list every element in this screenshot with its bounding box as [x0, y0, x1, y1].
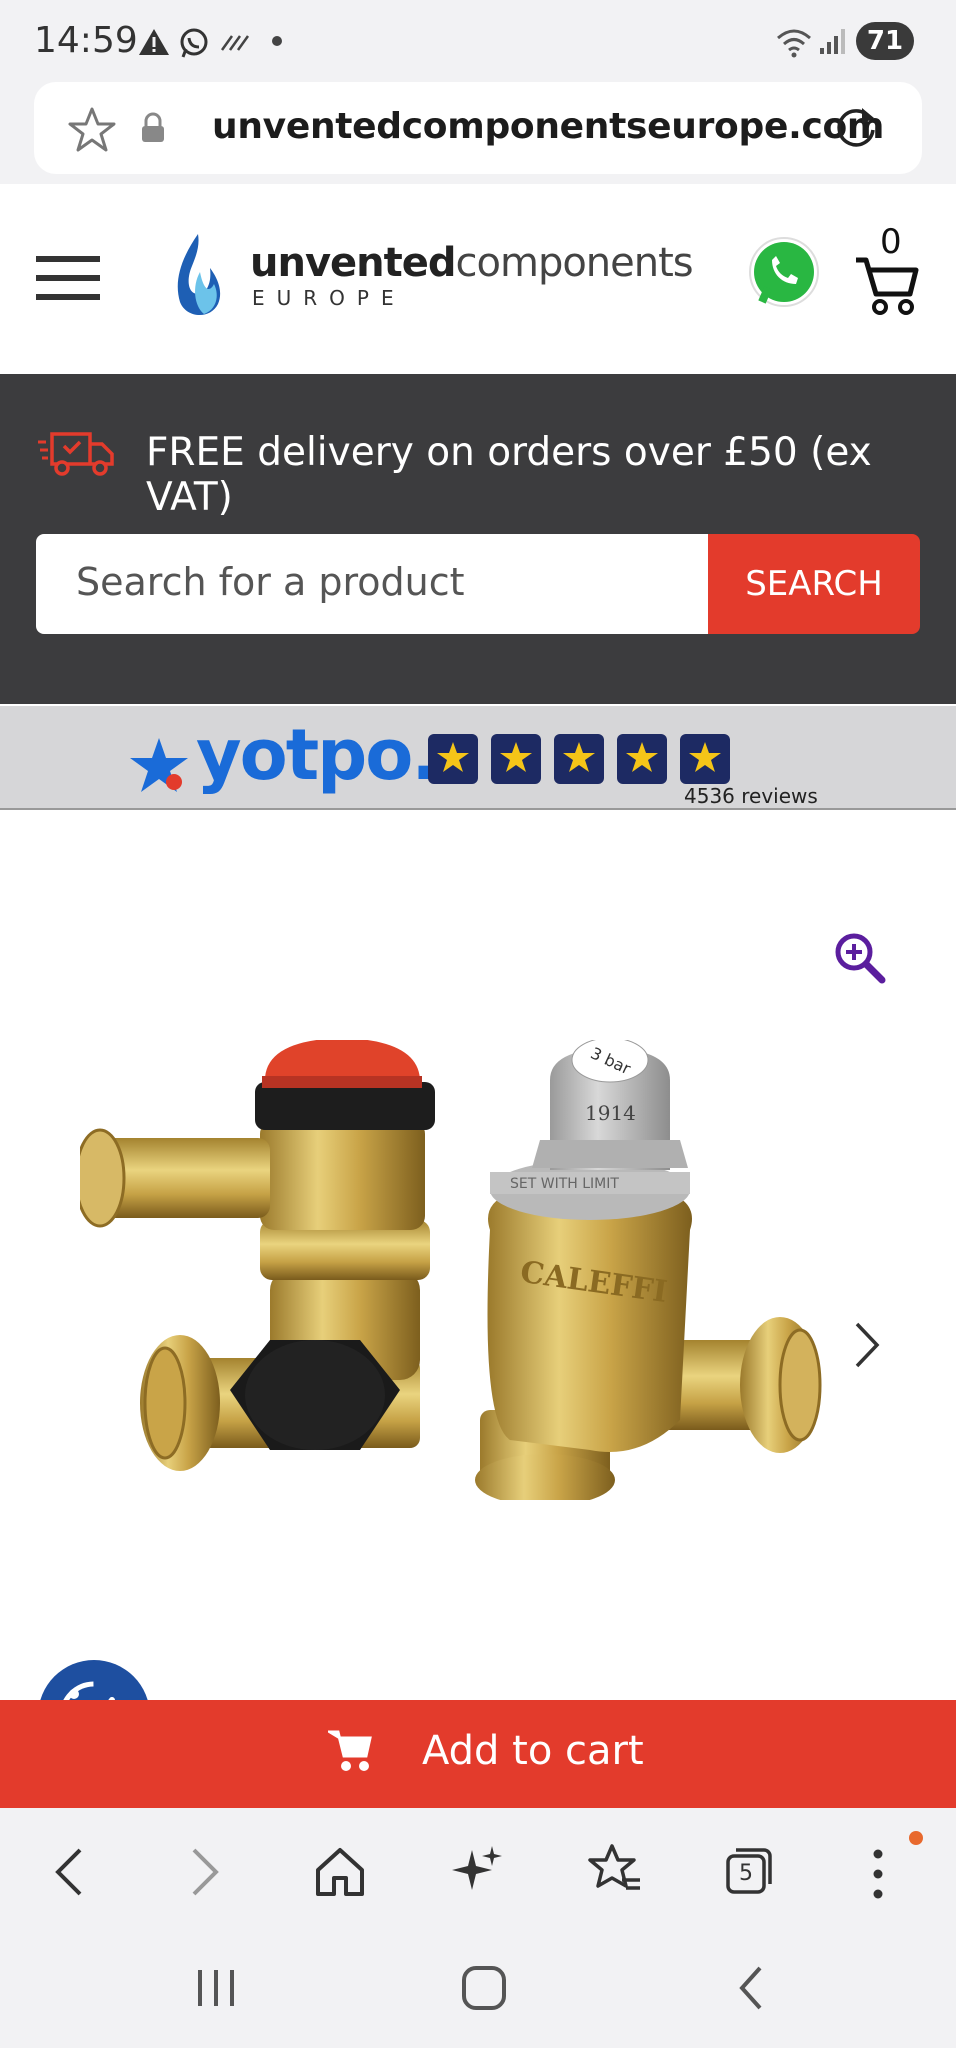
- home-button-icon[interactable]: [460, 1964, 508, 2012]
- bookmarks-icon[interactable]: [588, 1842, 642, 1896]
- yotpo-logo: yotpo.: [196, 714, 438, 796]
- home-icon[interactable]: [314, 1846, 366, 1898]
- wifi-icon: [777, 29, 811, 58]
- delivery-banner-text: FREE delivery on orders over £50 (ex VAT…: [146, 430, 872, 520]
- rating-star-icon: [680, 734, 730, 784]
- site-header: unventedcomponents EUROPE 0: [0, 184, 956, 374]
- search-input[interactable]: Search for a product: [36, 534, 710, 634]
- review-count: 4536 reviews: [684, 784, 818, 808]
- cart-icon: [328, 1730, 372, 1771]
- browser-toolbar: unventedcomponentseurope.com: [0, 82, 956, 184]
- rating-star-icon: [428, 734, 478, 784]
- yotpo-star-icon: [130, 738, 188, 792]
- search-placeholder: Search for a product: [76, 560, 465, 604]
- notification-dot-icon: [909, 1831, 923, 1845]
- cap-number: 1914: [585, 1101, 636, 1125]
- forward-icon[interactable]: [186, 1844, 226, 1900]
- product-image: SET WITH LIMIT 3 bar 1914 CALEFFI: [80, 1040, 822, 1500]
- promo-section: FREE delivery on orders over £50 (ex VAT…: [0, 374, 956, 704]
- status-time: 14:59: [34, 20, 138, 61]
- address-bar[interactable]: unventedcomponentseurope.com: [34, 82, 922, 174]
- product-gallery[interactable]: SET WITH LIMIT 3 bar 1914 CALEFFI: [0, 810, 956, 1700]
- logo-bold: unvented: [250, 240, 457, 286]
- sparkle-ai-icon[interactable]: [452, 1844, 502, 1896]
- zoom-in-icon[interactable]: [834, 932, 886, 984]
- more-menu-icon[interactable]: [870, 1846, 886, 1902]
- browser-bottom-nav: 5: [0, 1808, 956, 1938]
- logo-subtitle: EUROPE: [252, 286, 406, 310]
- hamburger-menu-icon[interactable]: [36, 256, 100, 300]
- tabs-button[interactable]: 5: [726, 1848, 772, 1894]
- url-text[interactable]: unventedcomponentseurope.com: [212, 106, 884, 147]
- cart-icon[interactable]: [854, 254, 920, 316]
- tab-count: 5: [739, 1861, 753, 1886]
- signal-icon: [820, 29, 845, 54]
- search-button[interactable]: SEARCH: [708, 534, 920, 634]
- rating-star-icon: [554, 734, 604, 784]
- delivery-van-icon: [38, 432, 114, 476]
- status-bar: 14:59 71: [0, 0, 956, 82]
- system-nav-bar: [0, 1938, 956, 2048]
- flame-logo-icon[interactable]: [170, 232, 226, 322]
- add-to-cart-label: Add to cart: [422, 1728, 644, 1774]
- warning-icon: [139, 29, 169, 55]
- add-to-cart-button[interactable]: Add to cart: [0, 1700, 956, 1808]
- missed-call-icon: [220, 35, 250, 51]
- reviews-banner[interactable]: yotpo. 4536 reviews: [0, 706, 956, 810]
- back-icon[interactable]: [48, 1844, 88, 1900]
- dot-icon: [272, 36, 282, 46]
- recent-apps-icon[interactable]: [194, 1966, 240, 2010]
- battery-level: 71: [866, 26, 904, 56]
- logo-wordmark[interactable]: unventedcomponents: [250, 240, 694, 286]
- rating-star-icon: [491, 734, 541, 784]
- lock-icon: [142, 112, 164, 142]
- bookmark-star-icon[interactable]: [68, 106, 116, 152]
- rating-star-icon: [617, 734, 667, 784]
- system-back-icon[interactable]: [734, 1964, 768, 2012]
- logo-light: components: [455, 240, 694, 286]
- whatsapp-icon: [180, 28, 208, 58]
- reload-icon[interactable]: [832, 104, 880, 152]
- whatsapp-icon[interactable]: [744, 234, 824, 314]
- collar-text: SET WITH LIMIT: [510, 1176, 619, 1192]
- battery-icon: 71: [856, 22, 914, 60]
